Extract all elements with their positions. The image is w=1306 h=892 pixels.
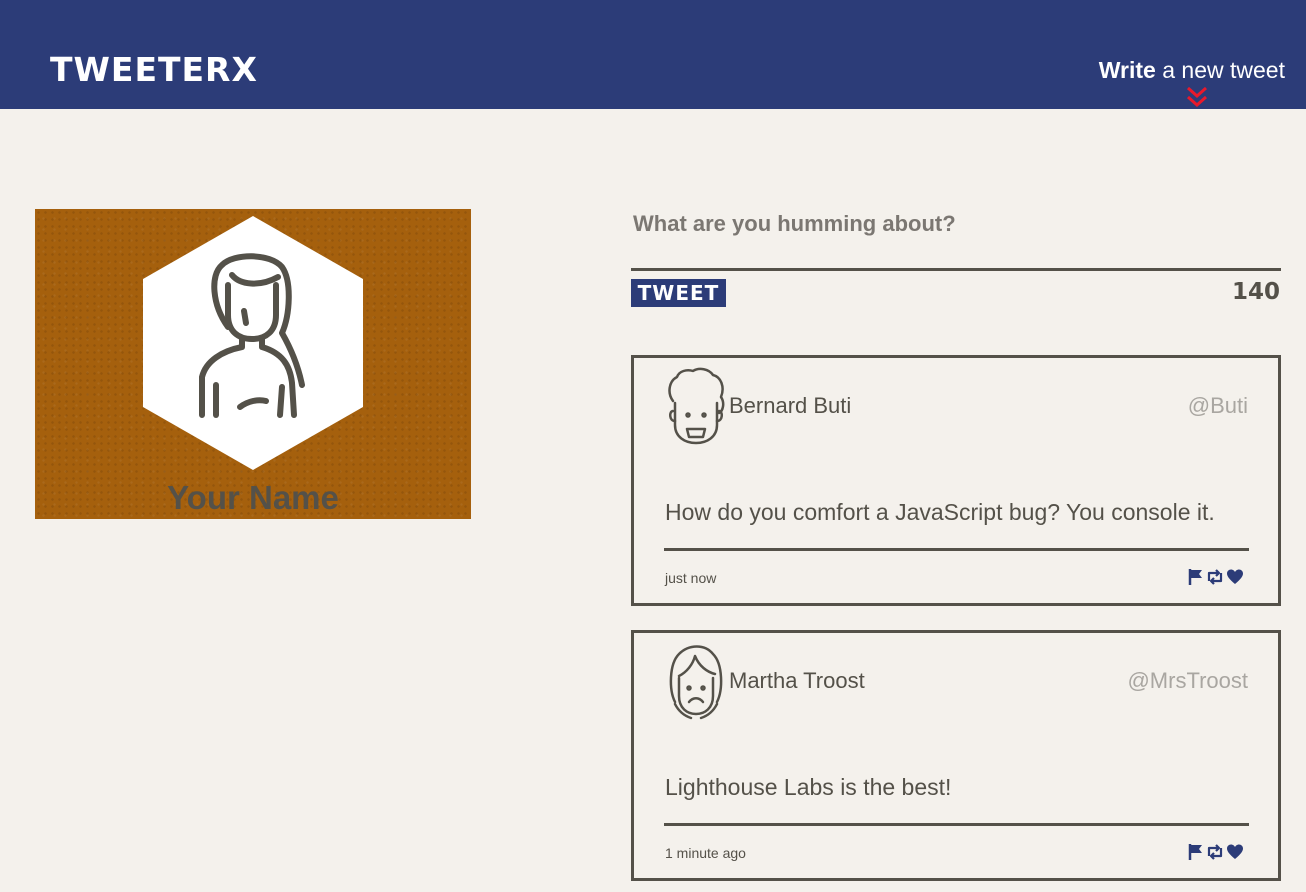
- tweet-submit-button[interactable]: TWEET: [631, 279, 726, 307]
- write-link-bold: Write: [1098, 57, 1156, 83]
- composer-prompt[interactable]: What are you humming about?: [633, 211, 956, 237]
- tweet-actions: [1187, 568, 1245, 586]
- tweet-content: How do you comfort a JavaScript bug? You…: [665, 499, 1215, 525]
- tweet-divider: [664, 823, 1249, 826]
- flag-icon[interactable]: [1187, 843, 1205, 861]
- double-chevron-down-icon[interactable]: [1186, 87, 1208, 107]
- tweet-actions: [1187, 843, 1245, 861]
- tweet-timestamp: just now: [665, 570, 717, 586]
- tweet-author-handle[interactable]: @MrsTroost: [1127, 667, 1248, 695]
- composer-underline: [631, 268, 1281, 271]
- retweet-icon[interactable]: [1206, 568, 1224, 586]
- navbar: TWEETERX Write a new tweet: [0, 0, 1306, 109]
- profile-card: Your Name: [35, 209, 471, 519]
- tweet-timestamp: 1 minute ago: [665, 845, 746, 861]
- brand-logo[interactable]: TWEETERX: [50, 50, 258, 90]
- woman-sad-avatar-icon: [669, 645, 723, 720]
- tweet-author-handle[interactable]: @Buti: [1188, 392, 1248, 420]
- character-counter: 140: [1231, 279, 1280, 305]
- retweet-icon[interactable]: [1206, 843, 1224, 861]
- tweet-divider: [664, 548, 1249, 551]
- tweet-card: Bernard Buti @Buti How do you comfort a …: [631, 355, 1281, 606]
- write-link-rest: a new tweet: [1155, 57, 1285, 83]
- profile-avatar-hexagon: [143, 216, 363, 470]
- tweet-author-name: Martha Troost: [729, 668, 865, 693]
- heart-icon[interactable]: [1226, 843, 1244, 861]
- heart-icon[interactable]: [1226, 568, 1244, 586]
- tweet-author-name: Bernard Buti: [729, 393, 852, 418]
- profile-name: Your Name: [167, 479, 339, 516]
- flag-icon[interactable]: [1187, 568, 1205, 586]
- man-curly-hair-avatar-icon: [668, 367, 725, 445]
- tweet-content: Lighthouse Labs is the best!: [665, 774, 952, 800]
- tweet-card: Martha Troost @MrsTroost Lighthouse Labs…: [631, 630, 1281, 881]
- write-new-tweet-link[interactable]: Write a new tweet: [1099, 56, 1285, 84]
